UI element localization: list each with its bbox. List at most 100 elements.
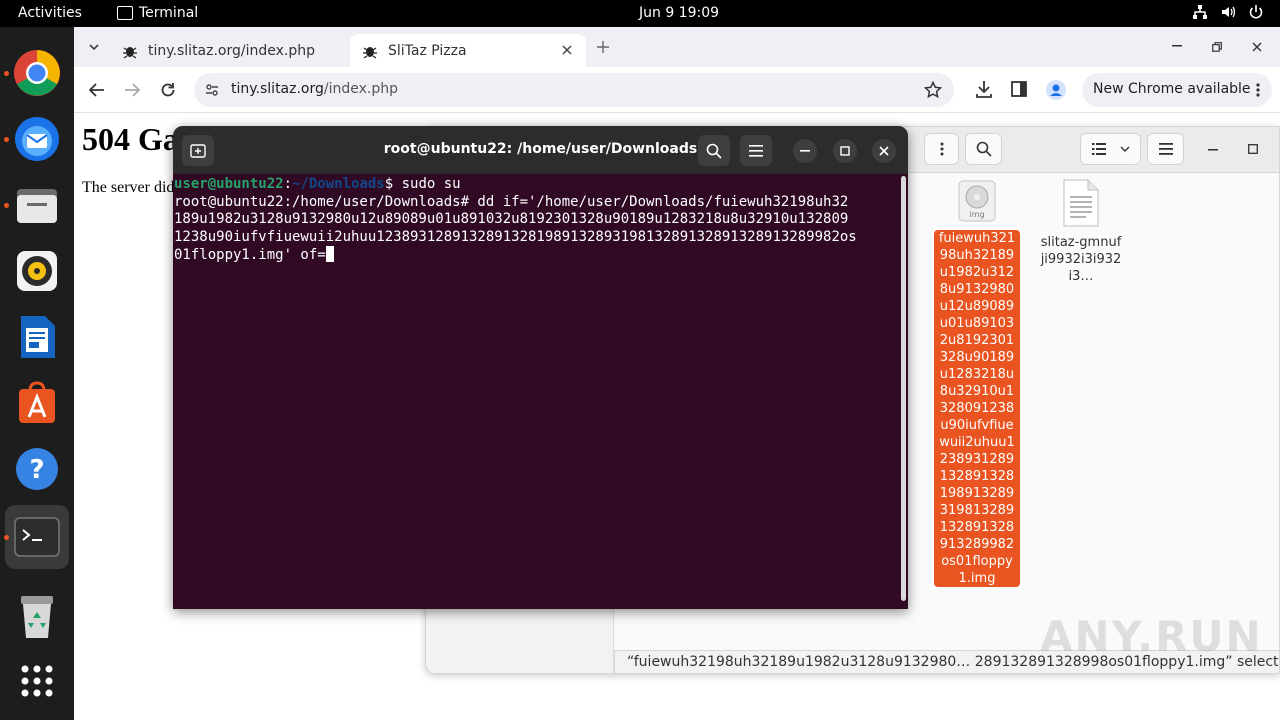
file-item-slitaz[interactable]: slitaz-gmnufji9932i3i932i3… (1038, 179, 1124, 285)
running-indicator (4, 71, 9, 76)
url-text: tiny.slitaz.org/index.php (231, 81, 398, 97)
show-apps-icon[interactable] (13, 657, 61, 705)
prompt-user: user@ubuntu22 (174, 176, 284, 192)
new-tab-icon[interactable] (597, 41, 609, 53)
tab-strip: tiny.slitaz.org/index.php SliTaz Pizza (74, 27, 1280, 67)
files-menu-button[interactable] (924, 133, 959, 165)
site-info-icon[interactable] (205, 83, 219, 97)
top-bar: Activities Terminal Jun 9 19:09 (0, 0, 1280, 27)
clock[interactable]: Jun 9 19:09 (639, 5, 719, 21)
command-text: 01floppy1.img' of= (174, 247, 326, 263)
thunderbird-icon[interactable] (13, 115, 61, 163)
maximize-icon (840, 146, 850, 156)
side-panel-icon[interactable] (1011, 81, 1027, 97)
command-text: sudo su (401, 176, 461, 192)
minimize-icon (800, 150, 810, 152)
maximize-icon[interactable] (1248, 144, 1258, 154)
reload-icon[interactable] (160, 82, 176, 98)
help-icon[interactable]: ? (13, 445, 61, 493)
terminal-window: root@ubuntu22: /home/user/Downloads user… (173, 126, 908, 609)
tab-slitaz-index[interactable]: tiny.slitaz.org/index.php (110, 34, 348, 67)
dock: ? (0, 27, 74, 720)
back-icon[interactable] (89, 82, 105, 98)
close-tab-icon[interactable] (562, 45, 572, 55)
tab-title: SliTaz Pizza (388, 42, 467, 59)
disk-image-icon: img (958, 180, 996, 222)
files-main-menu-button[interactable] (1147, 133, 1184, 165)
hamburger-icon (749, 144, 763, 157)
more-vert-icon (940, 142, 943, 156)
chevron-down-icon (1120, 146, 1129, 152)
files-search-button[interactable] (965, 133, 1002, 165)
search-icon (976, 141, 992, 157)
maximize-button[interactable] (833, 139, 857, 163)
prompt-symbol: $ (384, 176, 402, 192)
terminal-search-button[interactable] (698, 135, 730, 166)
list-view-icon (1091, 143, 1106, 155)
prompt-separator: : (283, 176, 293, 192)
restore-icon[interactable] (1212, 42, 1222, 52)
app-center-icon[interactable] (13, 379, 61, 427)
power-icon (1249, 5, 1263, 19)
prompt-directory: ~/Downloads (292, 176, 385, 192)
address-bar[interactable]: tiny.slitaz.org/index.php (194, 73, 954, 107)
page-text: The server did (82, 179, 175, 196)
svg-text:img: img (969, 210, 984, 219)
terminal-line: 1238u90iufvfiuewuii2uhuu1238931289132891… (174, 228, 857, 245)
update-label: New Chrome available (1093, 81, 1251, 97)
hamburger-icon (1158, 143, 1173, 155)
volume-icon (1222, 6, 1236, 18)
network-icon (1193, 5, 1207, 19)
terminal-scrollbar[interactable] (901, 176, 906, 601)
running-indicator (4, 203, 9, 208)
minimize-icon[interactable] (1208, 149, 1218, 151)
terminal-output[interactable]: user@ubuntu22:~/Downloads$ sudo su root@u… (174, 176, 894, 265)
forward-icon[interactable] (124, 82, 140, 98)
page-heading: 504 Ga (82, 121, 179, 157)
tab-search-icon[interactable] (88, 41, 100, 53)
view-toggle-button[interactable] (1080, 133, 1141, 165)
terminal-line: 01floppy1.img' of= (174, 246, 894, 265)
file-name: slitaz-gmnufji9932i3i932i3… (1040, 235, 1122, 284)
terminal-icon[interactable] (13, 513, 61, 561)
bug-favicon (363, 46, 377, 59)
chrome-icon[interactable] (13, 49, 61, 97)
writer-icon[interactable] (13, 313, 61, 361)
terminal-line: user@ubuntu22:~/Downloads$ sudo su (174, 176, 894, 194)
activities-button[interactable]: Activities (18, 5, 82, 21)
text-file-icon (1063, 179, 1099, 227)
close-button[interactable] (872, 139, 896, 163)
search-icon (706, 143, 722, 159)
download-icon[interactable] (975, 80, 993, 98)
minimize-button[interactable] (793, 139, 817, 163)
rhythmbox-icon[interactable] (13, 247, 61, 295)
svg-text:?: ? (29, 455, 44, 485)
terminal-line: root@ubuntu22:/home/user/Downloads# dd i… (174, 193, 849, 210)
bookmark-star-icon[interactable] (924, 81, 942, 99)
more-vert-icon (1256, 83, 1260, 97)
chrome-update-button[interactable]: New Chrome available (1082, 73, 1272, 107)
file-name: fuiewuh32198uh32189u1982u3128u9132980u12… (934, 230, 1020, 587)
terminal-cursor (325, 246, 334, 262)
tab-title: tiny.slitaz.org/index.php (148, 42, 316, 59)
files-icon[interactable] (13, 181, 61, 229)
url-path: /index.php (323, 81, 399, 97)
profile-icon[interactable] (1046, 80, 1066, 100)
close-window-icon[interactable] (1252, 42, 1262, 52)
url-domain: tiny.slitaz.org (231, 81, 324, 97)
trash-icon[interactable] (13, 593, 61, 641)
system-tray[interactable] (1192, 4, 1264, 20)
app-menu[interactable]: Terminal (117, 5, 198, 21)
browser-toolbar: tiny.slitaz.org/index.php New Chrome ava… (74, 67, 1280, 113)
terminal-header-bar: root@ubuntu22: /home/user/Downloads (173, 126, 908, 174)
close-icon (879, 146, 889, 156)
tab-slitaz-pizza[interactable]: SliTaz Pizza (350, 34, 586, 67)
bug-favicon (123, 46, 137, 59)
minimize-icon[interactable] (1172, 45, 1182, 47)
terminal-menu-button[interactable] (740, 135, 772, 166)
app-name: Terminal (139, 5, 199, 21)
running-indicator (4, 137, 9, 142)
terminal-line: 189u1982u3128u9132980u12u89089u01u891032… (174, 211, 849, 227)
file-item-floppy-img[interactable]: img fuiewuh32198uh32189u1982u3128u913298… (934, 179, 1020, 587)
terminal-app-icon (117, 6, 133, 20)
